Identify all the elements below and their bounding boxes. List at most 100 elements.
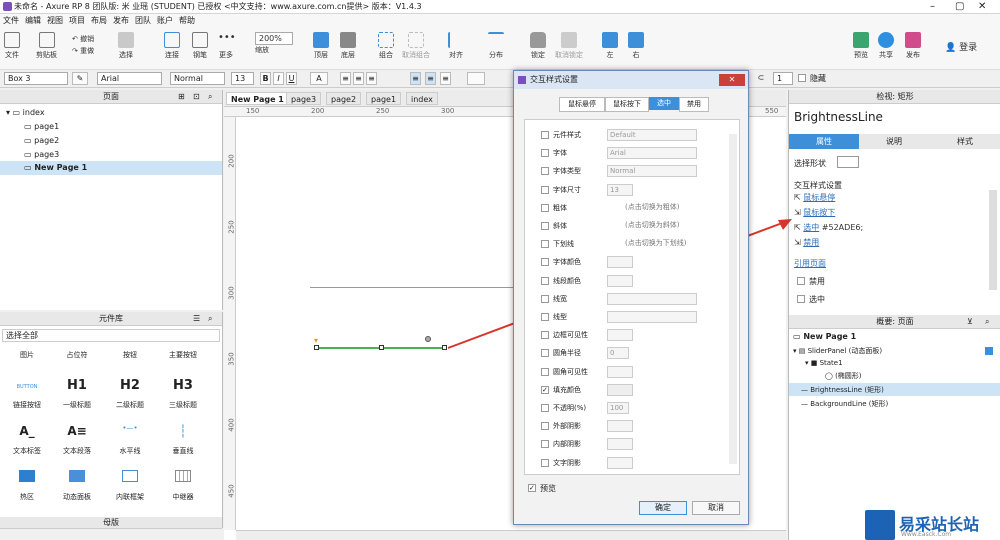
lock-button[interactable]: 锁定 bbox=[530, 32, 546, 60]
fill-color-button[interactable] bbox=[467, 72, 485, 85]
list-scrollbar[interactable] bbox=[729, 134, 737, 464]
row-checkbox[interactable] bbox=[541, 203, 549, 212]
tree-item[interactable]: ▭ page3 bbox=[24, 150, 59, 159]
cancel-button[interactable]: 取消 bbox=[692, 501, 740, 515]
lib-paragraph[interactable]: A≡ 文本段落 bbox=[52, 424, 102, 456]
lib-button[interactable]: 按钮 bbox=[105, 350, 155, 360]
tab-notes[interactable]: 说明 bbox=[859, 134, 929, 149]
redo-button[interactable]: ↷ 重做 bbox=[72, 46, 94, 56]
outline-item[interactable]: — BackgroundLine (矩形) bbox=[801, 399, 888, 409]
lib-primary-button[interactable]: 主要按钮 bbox=[158, 350, 208, 360]
select-button[interactable]: 选择 bbox=[118, 32, 134, 60]
undo-button[interactable]: ↶ 撤销 bbox=[72, 34, 94, 44]
row-control[interactable] bbox=[607, 329, 633, 342]
resize-handle[interactable] bbox=[379, 345, 384, 350]
pen-button[interactable]: 钢笔 bbox=[192, 32, 208, 60]
resize-handle[interactable] bbox=[314, 345, 319, 350]
tab-properties[interactable]: 属性 bbox=[789, 134, 859, 149]
menu-item[interactable]: 视图 bbox=[47, 16, 63, 25]
row-control[interactable] bbox=[607, 365, 633, 378]
row-control[interactable] bbox=[607, 420, 633, 433]
tab-page3[interactable]: page3 bbox=[286, 92, 322, 105]
row-control[interactable]: 0 bbox=[607, 347, 629, 360]
lib-hotspot[interactable]: 热区 bbox=[2, 470, 52, 502]
outline-item[interactable]: ▾ ▤ SliderPanel (动态面板) bbox=[793, 346, 882, 356]
row-checkbox[interactable] bbox=[541, 440, 549, 449]
horizontal-scrollbar[interactable] bbox=[236, 530, 786, 540]
distribute-button[interactable]: 分布 bbox=[488, 32, 504, 60]
send-bottom-button[interactable]: 底层 bbox=[340, 32, 356, 60]
outline-item[interactable]: ▭ New Page 1 bbox=[793, 332, 856, 341]
hover-link[interactable]: ⇱ 鼠标悬停 bbox=[794, 192, 835, 203]
row-checkbox[interactable] bbox=[541, 422, 549, 431]
align-center-icon[interactable]: ≡ bbox=[353, 72, 364, 85]
row-checkbox[interactable] bbox=[541, 404, 549, 412]
lib-iframe[interactable]: 内联框架 bbox=[105, 470, 155, 502]
more-button[interactable]: ••• 更多 bbox=[218, 32, 236, 60]
preview-button[interactable]: 预览 bbox=[853, 32, 869, 60]
library-select[interactable]: 选择全部 bbox=[2, 329, 220, 342]
zoom-control[interactable]: 200% 缩放 bbox=[255, 32, 293, 55]
valign-mid-icon[interactable]: ≡ bbox=[425, 72, 436, 85]
tree-item[interactable]: ▭ page2 bbox=[24, 136, 59, 145]
menu-icon[interactable]: ☰ bbox=[193, 312, 200, 326]
menu-item[interactable]: 帮助 bbox=[179, 16, 195, 25]
row-checkbox[interactable] bbox=[541, 240, 549, 249]
share-button[interactable]: 共享 bbox=[878, 32, 894, 60]
tab-mousedown[interactable]: 鼠标按下 bbox=[605, 97, 649, 112]
row-checkbox[interactable] bbox=[541, 349, 549, 358]
lib-vline[interactable]: ┆ 垂直线 bbox=[158, 424, 208, 456]
row-control[interactable]: 13 bbox=[607, 183, 633, 196]
clipboard-button[interactable]: 剪贴板 bbox=[36, 32, 57, 60]
row-control[interactable]: (点击切换为粗体) bbox=[607, 202, 702, 214]
tree-item[interactable]: ▭ page1 bbox=[24, 122, 59, 131]
tab-selected[interactable]: 选中 bbox=[649, 97, 679, 110]
lib-h3[interactable]: H3 三级标题 bbox=[158, 378, 208, 410]
row-control[interactable] bbox=[607, 456, 633, 469]
row-control[interactable] bbox=[607, 274, 633, 287]
dialog-close-button[interactable]: ✕ bbox=[719, 74, 745, 86]
selected-link[interactable]: ⇱ 选中 #52ADE6; bbox=[794, 222, 863, 233]
publish-button[interactable]: 发布 bbox=[905, 32, 921, 60]
align-right-icon[interactable]: ≡ bbox=[366, 72, 377, 85]
search-icon[interactable]: ⌕ bbox=[985, 315, 989, 329]
tab-page1[interactable]: page1 bbox=[366, 92, 402, 105]
row-checkbox[interactable] bbox=[541, 458, 549, 467]
left-button[interactable]: 左 bbox=[602, 32, 618, 60]
add-page-icon[interactable]: ⊞ bbox=[178, 90, 185, 104]
row-checkbox[interactable] bbox=[541, 294, 549, 303]
ungroup-button[interactable]: 取消组合 bbox=[402, 32, 430, 60]
row-control[interactable] bbox=[607, 256, 633, 269]
close-button[interactable]: ✕ bbox=[978, 0, 986, 13]
row-checkbox[interactable] bbox=[541, 367, 549, 376]
font-select[interactable]: Arial bbox=[97, 72, 162, 85]
font-color-button[interactable]: A bbox=[310, 72, 328, 85]
row-checkbox[interactable] bbox=[541, 276, 549, 285]
italic-button[interactable]: I bbox=[273, 72, 284, 85]
inspector-scrollbar[interactable] bbox=[989, 190, 997, 290]
bold-button[interactable]: B bbox=[260, 72, 271, 85]
tab-style[interactable]: 样式 bbox=[929, 134, 1000, 149]
count-input[interactable]: 1 bbox=[773, 72, 793, 85]
shape-select[interactable] bbox=[837, 156, 859, 168]
lib-text-label[interactable]: A_ 文本标签 bbox=[2, 424, 52, 456]
mousedown-link[interactable]: ⇲ 鼠标按下 bbox=[794, 207, 835, 218]
search-icon[interactable]: ⌕ bbox=[208, 312, 212, 326]
row-control[interactable] bbox=[607, 292, 697, 305]
valign-top-icon[interactable]: ≡ bbox=[410, 72, 421, 85]
tree-item-selected[interactable]: ▭ New Page 1 bbox=[0, 161, 222, 175]
visibility-icon[interactable] bbox=[985, 347, 993, 355]
row-control[interactable]: Normal bbox=[607, 165, 697, 178]
bring-top-button[interactable]: 顶层 bbox=[313, 32, 329, 60]
row-control[interactable]: Arial bbox=[607, 147, 697, 160]
right-button[interactable]: 右 bbox=[628, 32, 644, 60]
outline-item[interactable]: ▾ ■ State1 bbox=[805, 359, 843, 367]
menu-item[interactable]: 发布 bbox=[113, 16, 129, 25]
widget-name[interactable]: BrightnessLine bbox=[794, 110, 883, 124]
tab-hover[interactable]: 鼠标悬停 bbox=[559, 97, 605, 112]
add-folder-icon[interactable]: ⊡ bbox=[193, 90, 200, 104]
size-select[interactable]: 13 bbox=[231, 72, 254, 85]
maximize-button[interactable]: ▢ bbox=[955, 0, 964, 13]
outline-item-selected[interactable]: — BrightnessLine (矩形) bbox=[789, 383, 1000, 396]
weight-select[interactable]: Normal bbox=[170, 72, 225, 85]
